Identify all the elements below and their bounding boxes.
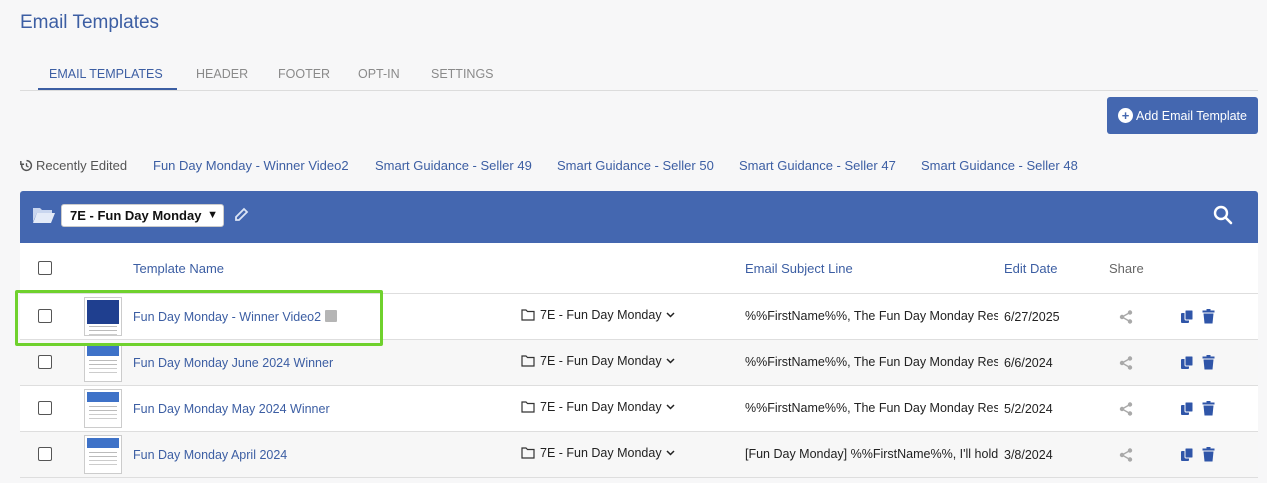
add-email-template-label: Add Email Template bbox=[1136, 108, 1247, 123]
row-checkbox[interactable] bbox=[38, 447, 52, 461]
row-folder-name: 7E - Fun Day Monday bbox=[540, 308, 662, 322]
row-edit-date: 3/8/2024 bbox=[1004, 448, 1053, 462]
folder-select-value: 7E - Fun Day Monday bbox=[70, 208, 202, 223]
folder-icon bbox=[521, 309, 535, 321]
template-name-link[interactable]: Fun Day Monday June 2024 Winner bbox=[133, 356, 333, 370]
recently-edited-heading: Recently Edited bbox=[20, 158, 127, 173]
trash-icon[interactable] bbox=[1202, 309, 1215, 324]
share-icon[interactable] bbox=[1119, 356, 1133, 370]
edit-icon[interactable] bbox=[325, 310, 338, 322]
folder-icon bbox=[521, 401, 535, 413]
copy-icon[interactable] bbox=[1180, 447, 1194, 462]
recent-link-1[interactable]: Fun Day Monday - Winner Video2 bbox=[153, 158, 349, 173]
chevron-down-icon bbox=[666, 358, 675, 364]
tab-header[interactable]: HEADER bbox=[196, 67, 248, 81]
search-icon[interactable] bbox=[1213, 205, 1233, 225]
tab-footer[interactable]: FOOTER bbox=[278, 67, 330, 81]
recently-edited-label: Recently Edited bbox=[36, 158, 128, 173]
tab-email-templates[interactable]: EMAIL TEMPLATES bbox=[49, 67, 163, 81]
row-checkbox[interactable] bbox=[38, 401, 52, 415]
table-row: Fun Day Monday - Winner Video2 7E - Fun … bbox=[20, 294, 1258, 340]
share-icon[interactable] bbox=[1119, 448, 1133, 462]
folder-icon bbox=[521, 447, 535, 459]
row-folder-dropdown[interactable]: 7E - Fun Day Monday bbox=[521, 308, 680, 322]
header-share: Share bbox=[1109, 261, 1144, 276]
row-checkbox[interactable] bbox=[38, 309, 52, 323]
chevron-down-icon bbox=[666, 450, 675, 456]
template-thumbnail[interactable] bbox=[84, 389, 122, 428]
copy-icon[interactable] bbox=[1180, 355, 1194, 370]
recent-link-3[interactable]: Smart Guidance - Seller 50 bbox=[557, 158, 714, 173]
template-name-link[interactable]: Fun Day Monday - Winner Video2 bbox=[133, 310, 338, 324]
chevron-down-icon bbox=[666, 312, 675, 318]
header-subject-line[interactable]: Email Subject Line bbox=[745, 261, 853, 276]
folder-icon bbox=[521, 355, 535, 367]
recent-link-5[interactable]: Smart Guidance - Seller 48 bbox=[921, 158, 1078, 173]
share-icon[interactable] bbox=[1119, 402, 1133, 416]
row-checkbox[interactable] bbox=[38, 355, 52, 369]
active-tab-indicator bbox=[38, 88, 177, 90]
header-edit-date[interactable]: Edit Date bbox=[1004, 261, 1057, 276]
row-edit-date: 6/6/2024 bbox=[1004, 356, 1053, 370]
row-folder-dropdown[interactable]: 7E - Fun Day Monday bbox=[521, 354, 680, 368]
row-edit-date: 6/27/2025 bbox=[1004, 310, 1060, 324]
folder-open-icon bbox=[33, 208, 55, 223]
tab-opt-in[interactable]: OPT-IN bbox=[358, 67, 400, 81]
copy-icon[interactable] bbox=[1180, 401, 1194, 416]
recent-link-2[interactable]: Smart Guidance - Seller 49 bbox=[375, 158, 532, 173]
template-thumbnail[interactable] bbox=[84, 435, 122, 474]
row-folder-name: 7E - Fun Day Monday bbox=[540, 354, 662, 368]
template-thumbnail[interactable] bbox=[84, 297, 122, 336]
template-name-link[interactable]: Fun Day Monday April 2024 bbox=[133, 448, 287, 462]
template-name-text: Fun Day Monday - Winner Video2 bbox=[133, 310, 322, 324]
row-folder-dropdown[interactable]: 7E - Fun Day Monday bbox=[521, 400, 680, 414]
pencil-icon[interactable] bbox=[233, 207, 249, 223]
header-template-name[interactable]: Template Name bbox=[133, 261, 224, 276]
row-folder-name: 7E - Fun Day Monday bbox=[540, 446, 662, 460]
row-folder-name: 7E - Fun Day Monday bbox=[540, 400, 662, 414]
table-row: Fun Day Monday June 2024 Winner 7E - Fun… bbox=[20, 340, 1258, 386]
table-header: Template Name Email Subject Line Edit Da… bbox=[20, 243, 1258, 294]
history-icon bbox=[20, 159, 33, 172]
folder-select[interactable]: 7E - Fun Day Monday ▼ bbox=[61, 204, 224, 227]
trash-icon[interactable] bbox=[1202, 355, 1215, 370]
add-email-template-button[interactable]: + Add Email Template bbox=[1107, 97, 1258, 134]
table-row: Fun Day Monday April 2024 7E - Fun Day M… bbox=[20, 432, 1258, 478]
row-subject: %%FirstName%%, The Fun Day Monday Result… bbox=[745, 401, 998, 415]
tab-bar: EMAIL TEMPLATES HEADER FOOTER OPT-IN SET… bbox=[20, 60, 1258, 91]
row-subject: %%FirstName%%, The Fun Day Monday Result… bbox=[745, 309, 998, 323]
row-edit-date: 5/2/2024 bbox=[1004, 402, 1053, 416]
template-name-link[interactable]: Fun Day Monday May 2024 Winner bbox=[133, 402, 330, 416]
chevron-down-icon bbox=[666, 404, 675, 410]
row-subject: %%FirstName%%, The Fun Day Monday Result… bbox=[745, 355, 998, 369]
templates-table: Template Name Email Subject Line Edit Da… bbox=[20, 243, 1258, 478]
recent-link-4[interactable]: Smart Guidance - Seller 47 bbox=[739, 158, 896, 173]
plus-circle-icon: + bbox=[1118, 108, 1134, 123]
folder-toolbar: 7E - Fun Day Monday ▼ bbox=[20, 191, 1258, 243]
copy-icon[interactable] bbox=[1180, 309, 1194, 324]
row-subject: [Fun Day Monday] %%FirstName%%, I'll hol… bbox=[745, 447, 998, 461]
select-all-checkbox[interactable] bbox=[38, 261, 52, 275]
tab-settings[interactable]: SETTINGS bbox=[431, 67, 494, 81]
table-row: Fun Day Monday May 2024 Winner 7E - Fun … bbox=[20, 386, 1258, 432]
chevron-down-icon: ▼ bbox=[207, 209, 218, 221]
trash-icon[interactable] bbox=[1202, 447, 1215, 462]
trash-icon[interactable] bbox=[1202, 401, 1215, 416]
template-thumbnail[interactable] bbox=[84, 343, 122, 382]
page-title: Email Templates bbox=[20, 12, 160, 33]
row-folder-dropdown[interactable]: 7E - Fun Day Monday bbox=[521, 446, 680, 460]
share-icon[interactable] bbox=[1119, 310, 1133, 324]
